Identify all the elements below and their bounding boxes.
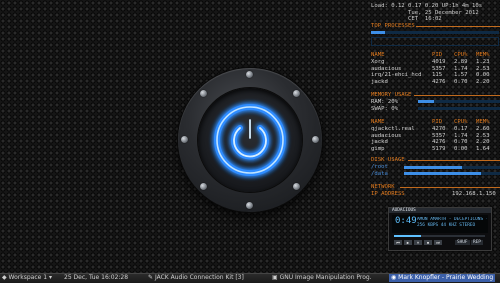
- play-button[interactable]: ▶: [404, 240, 412, 245]
- disk-bar-data: [404, 172, 500, 175]
- disk-usage-heading: DISK USAGE: [371, 157, 405, 163]
- memory-col-mem: MEM%: [476, 119, 490, 125]
- audacious-app-icon: ◉: [391, 274, 397, 281]
- memory-usage-heading: MEMORY USAGE: [371, 92, 412, 98]
- memory-col-name: NAME: [371, 119, 385, 125]
- swap-value: 0%: [391, 105, 398, 112]
- screw-bolt-icon: [293, 183, 300, 190]
- ram-bar: [418, 100, 500, 103]
- disk-bar-fill: [404, 172, 481, 175]
- table-cell-cpu: 0.00: [454, 145, 468, 152]
- section-divider: [408, 160, 500, 161]
- jack-app-icon: ✎: [148, 274, 154, 281]
- workspace-label: Workspace 1: [8, 274, 48, 281]
- task-label: JACK Audio Connection Kit [3]: [154, 274, 244, 281]
- network-heading: NETWORK: [371, 184, 395, 190]
- playback-time: 0:49: [395, 216, 417, 226]
- taskbar-clock[interactable]: 25 Dec, Tue 16:02:28: [64, 274, 128, 282]
- audacious-title: AUDACIOUS: [392, 208, 416, 213]
- table-cell-name: jackd: [371, 78, 388, 85]
- memory-col-cpu: CPU%: [454, 119, 468, 125]
- table-cell-pid: 4276: [432, 78, 446, 85]
- table-cell-pid: 5179: [432, 145, 446, 152]
- table-cell-name: gimp: [371, 145, 385, 152]
- pause-button[interactable]: ⏸: [414, 240, 422, 245]
- cpu-graph: [371, 37, 499, 46]
- section-divider: [416, 26, 500, 27]
- table-cell-mem: 1.64: [476, 145, 490, 152]
- screw-bolt-icon: [293, 90, 300, 97]
- seek-bar[interactable]: [394, 235, 485, 237]
- disk-bar-root: [404, 165, 500, 169]
- top-processes-heading: TOP PROCESSES: [371, 23, 415, 29]
- stop-button[interactable]: ⏹: [424, 240, 432, 245]
- taskbar-task-audacious[interactable]: ◉ Mark Knopfler - Prairie Wedding: [389, 274, 496, 282]
- conky-system-monitor: Load: 0.12 0.17 0.20 UP:1h 4m 10s Tue, 2…: [370, 0, 500, 212]
- previous-button[interactable]: ⏮: [394, 240, 402, 245]
- ram-value: 20%: [387, 99, 398, 105]
- gimp-app-icon: ▣: [272, 274, 278, 281]
- cpu-bar-fill: [371, 31, 385, 34]
- task-label: GNU Image Manipulation Prog.: [279, 274, 372, 281]
- seek-bar-fill: [394, 235, 422, 237]
- ram-bar-fill: [418, 100, 435, 103]
- swap-bar: [418, 106, 500, 110]
- table-cell-cpu: 0.70: [454, 78, 468, 85]
- top-processes-col-name: NAME: [371, 52, 385, 58]
- audacious-player[interactable]: AUDACIOUS 0:49 AMON AMARTH - DECEPTICONS…: [388, 207, 492, 251]
- disk-bar-fill: [404, 165, 462, 169]
- taskbar-task-jack[interactable]: ✎ JACK Audio Connection Kit [3]: [148, 274, 244, 282]
- power-icon[interactable]: [208, 98, 292, 182]
- section-divider: [400, 187, 500, 188]
- screw-bolt-icon: [200, 90, 207, 97]
- audacious-titlebar[interactable]: AUDACIOUS: [389, 208, 491, 213]
- task-label: Mark Knopfler - Prairie Wedding: [398, 274, 494, 281]
- bitrate-info: 256 KBPS 44 KHZ STEREO: [417, 223, 476, 228]
- repeat-button[interactable]: REP: [471, 240, 483, 245]
- ip-address-value: 192.168.1.150: [452, 191, 496, 197]
- load-uptime-line: Load: 0.12 0.17 0.20 UP:1h 4m 10s: [371, 3, 483, 9]
- time-line: CET 16:02: [408, 16, 442, 22]
- ip-address-label: IP ADDRESS: [371, 191, 405, 197]
- screw-bolt-icon: [312, 136, 319, 143]
- shuffle-button[interactable]: SHUF: [455, 240, 470, 245]
- top-processes-col-pid: PID: [432, 52, 443, 58]
- taskbar-task-gimp[interactable]: ▣ GNU Image Manipulation Prog.: [272, 274, 372, 282]
- top-processes-col-cpu: CPU%: [454, 52, 468, 58]
- track-info: AMON AMARTH - DECEPTICONS - 08: [417, 217, 487, 222]
- screw-bolt-icon: [200, 183, 207, 190]
- workspace-switcher[interactable]: ◆ Workspace 1 ▾: [2, 274, 52, 282]
- disk-label-data: /data: [371, 170, 388, 177]
- table-cell-mem: 2.20: [476, 78, 490, 85]
- memory-col-pid: PID: [432, 119, 443, 125]
- screw-bolt-icon: [246, 71, 253, 78]
- section-divider: [414, 95, 500, 96]
- next-button[interactable]: ⏭: [434, 240, 442, 245]
- top-processes-col-mem: MEM%: [476, 52, 490, 58]
- cpu-bar: [371, 31, 499, 34]
- screw-bolt-icon: [181, 136, 188, 143]
- swap-label: SWAP: 0%: [371, 105, 398, 112]
- screw-bolt-icon: [246, 202, 253, 209]
